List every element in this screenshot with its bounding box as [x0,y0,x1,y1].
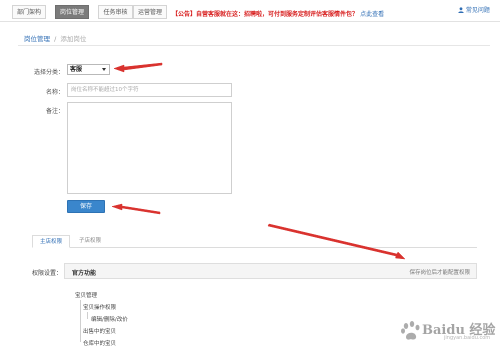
tree-item[interactable]: 编辑/删除/改价 [91,315,128,323]
watermark-url: jingyan.baidu.com [444,335,491,341]
permission-tabs: 主店权限 子店权限 [32,235,477,248]
tab-department-structure[interactable]: 部门架构 [12,5,46,19]
announcement-text: 【公告】自营客服就在这：招聘啦，可付到服务定制评估客服情件包？ [172,11,359,18]
tree-item[interactable]: 宝贝操作权限 [83,303,116,311]
tab-task-review[interactable]: 任务审核 [98,5,133,19]
tab-operations-management[interactable]: 运营管理 [133,5,167,19]
tree-item[interactable]: 出售中的宝贝 [83,327,116,335]
tree-connector [80,300,81,342]
tree-connector [87,312,88,319]
help-link[interactable]: 常见问题 [458,5,490,14]
tab-main-store-permission[interactable]: 主店权限 [32,235,70,248]
remark-label: 备注： [45,108,64,115]
breadcrumb: 岗位管理 / 添加岗位 [24,33,86,43]
name-input[interactable]: 岗位名称不能超过10个字符 [67,83,232,97]
breadcrumb-divider [18,45,490,46]
arrow-to-category [113,62,163,73]
category-label: 选择分类： [33,69,64,76]
breadcrumb-parent[interactable]: 岗位管理 [24,35,50,43]
tab-sub-store-permission[interactable]: 子店权限 [72,235,108,248]
permission-hint: 保存岗位后才能配置权限 [409,270,470,276]
permission-label: 权限设置： [32,270,63,277]
help-label: 常见问题 [465,7,490,14]
arrow-to-save [111,203,161,215]
announcement-link[interactable]: 点此查看 [360,11,384,18]
category-select[interactable]: 客服 [67,64,110,75]
tree-item[interactable]: 宝贝管理 [75,291,97,299]
name-label: 名称： [45,89,64,96]
save-button[interactable]: 保存 [67,200,105,213]
top-navigation: 部门架构 岗位管理 任务审核 运营管理 【公告】自营客服就在这：招聘啦，可付到服… [0,0,500,22]
breadcrumb-separator: / [54,35,57,43]
user-icon [458,7,464,13]
permission-section-title: 官方功能 [72,270,97,277]
breadcrumb-current: 添加岗位 [60,35,87,43]
remark-textarea[interactable] [67,102,232,194]
announcement-banner: 【公告】自营客服就在这：招聘啦，可付到服务定制评估客服情件包？ 点此查看 [172,9,384,18]
category-select-value: 客服 [70,66,83,73]
permission-section-header: 官方功能 保存岗位后才能配置权限 [64,263,477,279]
tree-item[interactable]: 仓库中的宝贝 [83,339,116,347]
caret-down-icon [102,68,106,71]
tab-position-management[interactable]: 岗位管理 [55,5,89,19]
paw-logo-icon [401,321,420,340]
